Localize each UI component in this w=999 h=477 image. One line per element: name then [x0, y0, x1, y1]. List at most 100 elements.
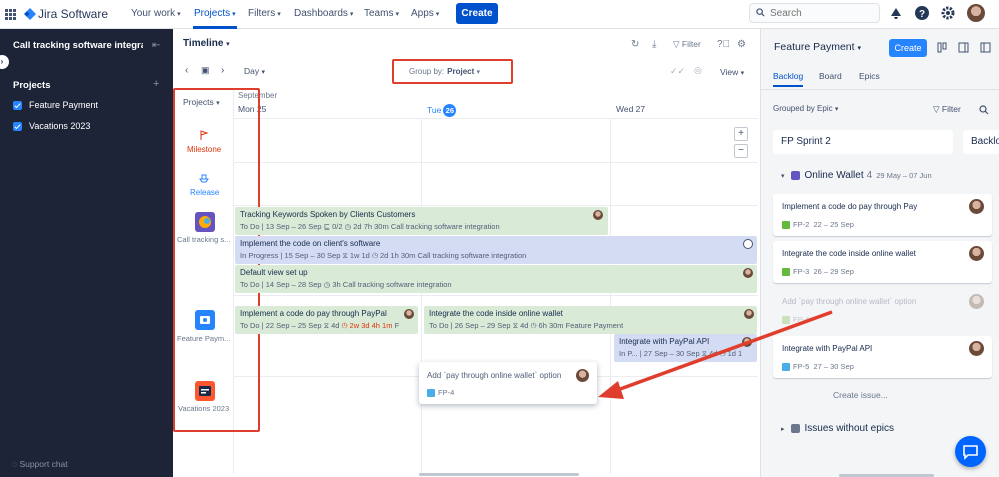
card-title: Integrate with PayPal API [782, 344, 873, 353]
user-avatar[interactable] [967, 4, 985, 22]
filter-icon: ▽ [673, 39, 680, 49]
check-double-icon[interactable]: ✓✓ [670, 66, 685, 77]
sidebar-project-name[interactable]: Call tracking software integra... [13, 40, 143, 51]
assignee-avatar[interactable] [404, 309, 414, 319]
assignee-avatar[interactable] [742, 337, 752, 347]
collapse-sidebar-icon[interactable]: ⇤ [152, 40, 160, 51]
bar-meta: In P... | 27 Sep – 30 Sep ⧖ 4d ◷ 1d 1 [619, 349, 743, 358]
assignee-avatar[interactable] [743, 268, 753, 278]
chat-button[interactable] [955, 436, 986, 467]
timeline-title-text: Timeline [183, 38, 224, 49]
checkbox-checked-icon[interactable] [13, 122, 22, 132]
assignee-avatar[interactable] [744, 309, 754, 319]
timeline-settings-icon[interactable]: ⚙ [737, 39, 746, 50]
epic-count: 4 [866, 170, 873, 181]
panel-create-button[interactable]: Create [889, 39, 927, 57]
panel-filter-button[interactable]: ▽ Filter [933, 104, 961, 115]
nav-projects[interactable]: Projects ▾ [194, 8, 236, 19]
panel-search-icon[interactable] [979, 105, 989, 115]
assignee-avatar[interactable] [969, 341, 984, 356]
horizontal-scrollbar[interactable] [419, 473, 579, 476]
backlog-card[interactable]: Integrate with PayPal API FP-5 27 – 30 S… [773, 336, 992, 378]
timeline-bar[interactable]: Implement a code do pay through PayPal T… [235, 306, 418, 334]
story-icon [782, 316, 790, 325]
help-icon[interactable]: ? [914, 5, 930, 21]
assignee-avatar[interactable] [969, 199, 984, 214]
filter-button[interactable]: ▽ Filter [673, 39, 701, 50]
divider [761, 89, 999, 90]
backlog-card[interactable]: Integrate the code inside online wallet … [773, 241, 992, 283]
epic-header[interactable]: ▾ Online Wallet 4 29 May – 07 Jun [781, 170, 932, 181]
zoom-out-button[interactable]: − [734, 144, 748, 158]
download-icon[interactable]: ⤓ [652, 39, 656, 50]
nav-teams[interactable]: Teams ▾ [364, 8, 399, 19]
group-by-select[interactable]: Group by: Project ▾ [409, 67, 480, 76]
panel-layout-icon[interactable] [958, 42, 969, 53]
logo-text[interactable]: Jira Software [38, 7, 108, 21]
next-icon[interactable]: › [221, 65, 224, 76]
calendar-icon[interactable]: ▣ [201, 65, 210, 76]
timeline-title[interactable]: Timeline ▾ [183, 38, 230, 49]
timeline-bar[interactable]: Integrate with PayPal API In P... | 27 S… [614, 334, 757, 362]
add-project-icon[interactable]: + [153, 78, 159, 90]
dragged-issue-card[interactable]: Add `pay through online wallet` option F… [419, 362, 597, 404]
view-select[interactable]: View ▾ [720, 67, 744, 77]
eye-icon[interactable]: ◎ [694, 65, 702, 76]
previous-icon[interactable]: ‹ [185, 65, 188, 76]
assignee-avatar[interactable] [969, 246, 984, 261]
nav-label: Apps [411, 8, 434, 19]
release-label[interactable]: Release [190, 188, 219, 197]
issue-key-text: FP-4 [438, 388, 455, 397]
assignee-avatar[interactable] [593, 210, 603, 220]
nav-apps[interactable]: Apps ▾ [411, 8, 439, 19]
release-ship-icon[interactable] [199, 173, 209, 183]
issues-without-epics-header[interactable]: ▸ Issues without epics [781, 423, 894, 434]
chevron-down-icon: ▾ [226, 41, 230, 48]
story-icon [782, 268, 790, 277]
backlog-card[interactable]: Implement a code do pay through Pay FP-2… [773, 194, 992, 236]
tab-epics[interactable]: Epics [859, 71, 880, 81]
timeline-bar[interactable]: Integrate the code inside online wallet … [424, 306, 757, 334]
search-input[interactable] [770, 6, 875, 20]
checkbox-checked-icon[interactable] [13, 101, 22, 111]
timeline-bar[interactable]: Tracking Keywords Spoken by Clients Cust… [235, 207, 608, 235]
chat-bubble-icon [963, 445, 978, 460]
search-box[interactable] [749, 3, 880, 23]
board-view-icon[interactable] [937, 42, 948, 53]
nav-your-work[interactable]: Your work ▾ [131, 8, 181, 19]
jira-logo-icon[interactable] [24, 8, 36, 20]
assignee-avatar[interactable] [743, 239, 753, 249]
timeline-bar[interactable]: Implement the code on client's software … [235, 236, 757, 264]
milestone-flag-icon[interactable] [199, 130, 209, 141]
expand-handle-icon[interactable]: › [0, 55, 9, 69]
zoom-in-button[interactable]: + [734, 127, 748, 141]
dates-text: 27 Sep – 30 Sep [643, 349, 700, 358]
sidebar-item-feature-payment[interactable]: Feature Payment [13, 100, 98, 111]
grouped-by-select[interactable]: Grouped by Epic ▾ [773, 104, 838, 113]
settings-gear-icon[interactable] [940, 5, 956, 21]
nav-filters[interactable]: Filters ▾ [248, 8, 281, 19]
refresh-icon[interactable]: ↻ [631, 39, 639, 50]
panel-title[interactable]: Feature Payment ▾ [774, 41, 861, 53]
sprint-selector[interactable]: FP Sprint 2 [773, 130, 953, 154]
notifications-icon[interactable] [888, 5, 904, 21]
timeline-bar[interactable]: Default view set up To Do | 14 Sep – 28 … [235, 265, 757, 293]
sidebar-item-vacations[interactable]: Vacations 2023 [13, 121, 91, 132]
assignee-avatar[interactable] [576, 369, 589, 382]
tab-backlog[interactable]: Backlog [773, 71, 803, 81]
tab-board[interactable]: Board [819, 71, 842, 81]
milestone-label[interactable]: Milestone [187, 145, 221, 154]
close-panel-icon[interactable] [980, 42, 991, 53]
create-button[interactable]: Create [456, 3, 498, 24]
day-scale-select[interactable]: Day ▾ [244, 66, 265, 76]
help-circle-icon[interactable]: ?⃝ [717, 39, 730, 50]
status-text: To Do [429, 321, 449, 330]
backlog-selector[interactable]: Backlo [963, 130, 999, 154]
sidebar-item-label: Vacations 2023 [29, 121, 91, 131]
app-switcher-icon[interactable] [5, 9, 16, 20]
bar-title: Integrate the code inside online wallet [429, 309, 563, 318]
epic-icon [790, 170, 800, 180]
nav-dashboards[interactable]: Dashboards ▾ [294, 8, 353, 19]
create-issue-link[interactable]: Create issue... [833, 390, 888, 400]
support-chat-link[interactable]: ◌ Support chat [12, 459, 68, 469]
